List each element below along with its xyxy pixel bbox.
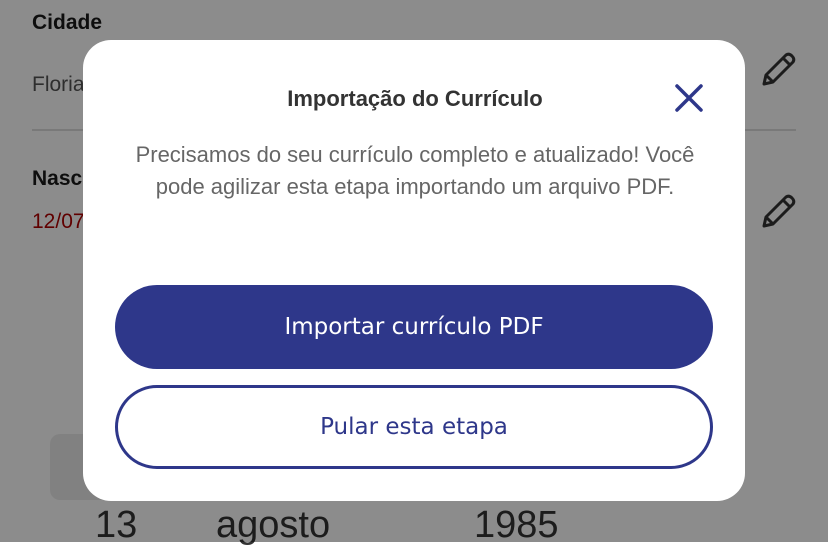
close-icon[interactable] xyxy=(669,78,709,118)
dialog-title: Importação do Currículo xyxy=(287,86,543,111)
import-resume-dialog: Importação do Currículo Precisamos do se… xyxy=(83,40,745,501)
import-pdf-button[interactable]: Importar currículo PDF xyxy=(115,285,713,369)
dialog-message: Precisamos do seu currículo completo e a… xyxy=(135,142,695,199)
skip-step-button[interactable]: Pular esta etapa xyxy=(115,385,713,469)
